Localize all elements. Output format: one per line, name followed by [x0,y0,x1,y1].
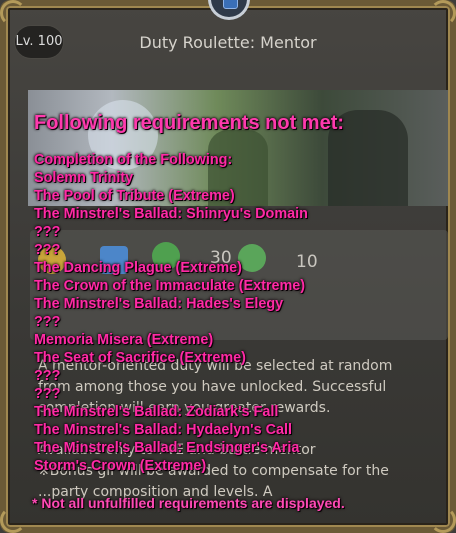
description-line: from among those you have unlocked. Succ… [38,379,387,395]
requirement-line: Completion of the Following: [34,152,233,168]
requirement-line: ??? [34,242,61,258]
frame-corner-ornament [430,0,456,26]
requirement-line: The Seat of Sacrifice (Extreme) [34,350,246,366]
tomestone-icon[interactable] [238,244,266,272]
requirement-line: ??? [34,314,61,330]
requirement-line: Solemn Trinity [34,170,134,186]
requirement-line: The Crown of the Immaculate (Extreme) [34,278,306,294]
requirement-line: The Pool of Tribute (Extreme) [34,188,235,204]
requirement-line: ??? [34,224,61,240]
requirement-line: The Dancing Plague (Extreme) [34,260,242,276]
tooltip-footnote: * Not all unfulfilled requirements are d… [32,495,345,511]
frame-corner-ornament [0,507,26,533]
requirement-line: The Minstrel's Ballad: Zodiark's Fall [34,404,279,420]
requirement-line: Memoria Misera (Extreme) [34,332,214,348]
reward-count: 10 [296,252,318,272]
requirement-line: The Minstrel's Ballad: Shinryu's Domain [34,206,308,222]
frame-corner-ornament [0,0,26,26]
frame-corner-ornament [430,507,456,533]
requirement-line: ??? [34,368,61,384]
requirement-line: The Minstrel's Ballad: Endsinger's Aria [34,440,300,456]
requirement-line: Storm's Crown (Extreme) [34,458,207,474]
requirement-line: The Minstrel's Ballad: Hades's Elegy [34,296,284,312]
window-title: Duty Roulette: Mentor [139,33,317,52]
requirement-line: ??? [34,386,61,402]
tooltip-header: Following requirements not met: [34,112,345,134]
requirement-line: The Minstrel's Ballad: Hydaelyn's Call [34,422,292,438]
